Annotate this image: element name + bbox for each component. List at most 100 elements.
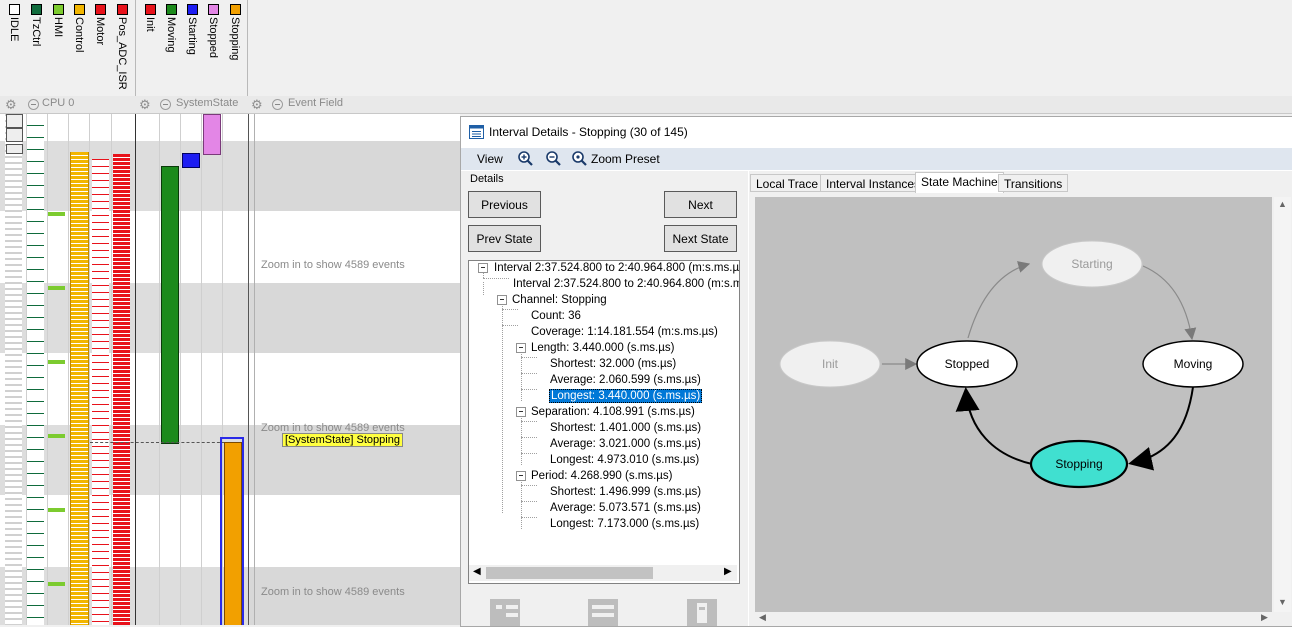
previous-button[interactable]: Previous [468, 191, 541, 218]
starting-interval[interactable] [182, 153, 200, 168]
cpu-group-label: CPU 0 [42, 97, 75, 109]
tree-node-separation[interactable]: Separation: 4.108.991 (s.ms.µs) [531, 406, 695, 418]
menu-view[interactable]: View [477, 152, 503, 166]
legend-item-motor[interactable]: Motor [90, 2, 110, 94]
gear-icon[interactable]: ⚙ [5, 97, 17, 113]
tree-node-period-average[interactable]: Average: 5.073.571 (s.ms.µs) [550, 502, 701, 514]
tree-line [521, 357, 537, 358]
collapse-icon[interactable] [160, 99, 171, 110]
legend-swatch [145, 4, 156, 15]
lane-divider [89, 114, 90, 625]
collapse-icon[interactable] [497, 295, 507, 305]
tree-node-period[interactable]: Period: 4.268.990 (s.ms.µs) [531, 470, 673, 482]
collapse-icon[interactable] [516, 471, 526, 481]
tree-node-interval-child[interactable]: Interval 2:37.524.800 to 2:40.964.800 (m… [513, 278, 739, 290]
state-machine-canvas[interactable]: Init Starting Stopped Moving Stopping [755, 197, 1272, 612]
next-button[interactable]: Next [664, 191, 737, 218]
tab-interval-instances[interactable]: Interval Instances [820, 174, 927, 192]
prev-state-button[interactable]: Prev State [468, 225, 541, 252]
lane-divider [180, 114, 181, 625]
scroll-left-icon[interactable]: ◀ [759, 612, 766, 623]
tzctrl-lane [27, 114, 44, 625]
scroll-left-icon[interactable]: ◀ [473, 566, 481, 577]
idle-lane [5, 114, 22, 625]
stopping-interval[interactable] [224, 442, 242, 625]
tree-node-separation-shortest[interactable]: Shortest: 1.401.000 (s.ms.µs) [550, 422, 701, 434]
tree-node-length-shortest[interactable]: Shortest: 32.000 (ms.µs) [550, 358, 676, 370]
tree-node-coverage[interactable]: Coverage: 1:14.181.554 (m:s.ms.µs) [531, 326, 718, 338]
zoom-preset-icon[interactable] [572, 151, 587, 166]
canvas-vertical-scrollbar[interactable]: ▲ ▼ [1274, 197, 1291, 612]
tree-node-length[interactable]: Length: 3.440.000 (s.ms.µs) [531, 342, 674, 354]
scrollbar-thumb[interactable] [486, 567, 653, 579]
legend-item-starting[interactable]: Starting [182, 2, 202, 94]
legend-item-stopping[interactable]: Stopping [225, 2, 245, 94]
gear-icon[interactable]: ⚙ [139, 97, 151, 113]
layout-icon[interactable] [685, 595, 719, 626]
moving-interval[interactable] [161, 166, 179, 444]
gear-icon[interactable]: ⚙ [251, 97, 263, 113]
idle-block [6, 114, 23, 128]
scroll-down-icon[interactable]: ▼ [1278, 597, 1287, 607]
collapse-icon[interactable] [478, 263, 488, 273]
scroll-right-icon[interactable]: ▶ [724, 566, 732, 577]
trace-view[interactable]: Zoom in to show 4589 events Zoom in to s… [0, 114, 460, 625]
tab-transitions[interactable]: Transitions [998, 174, 1069, 192]
tree-horizontal-scrollbar[interactable]: ◀ ▶ [469, 565, 737, 581]
legend-swatch [95, 4, 106, 15]
stopped-interval[interactable] [203, 114, 221, 155]
tree-node-separation-average[interactable]: Average: 3.021.000 (s.ms.µs) [550, 438, 701, 450]
lane-divider [26, 114, 27, 625]
menu-bar: View Zoom Preset [461, 148, 1292, 170]
legend-item-idle[interactable]: IDLE [4, 2, 24, 94]
menu-zoom-preset[interactable]: Zoom Preset [591, 152, 660, 166]
legend-item-moving[interactable]: Moving [161, 2, 181, 94]
legend-separator [135, 0, 136, 96]
legend-item-pos-adc-isr[interactable]: Pos_ADC_ISR [112, 2, 132, 94]
window-titlebar[interactable]: Interval Details - Stopping (30 of 145) [461, 117, 1292, 147]
legend-item-stopped[interactable]: Stopped [203, 2, 223, 94]
tab-state-machine[interactable]: State Machine [915, 172, 1004, 193]
collapse-icon[interactable] [516, 407, 526, 417]
legend-swatch [117, 4, 128, 15]
legend-item-init[interactable]: Init [140, 2, 160, 94]
legend-item-hmi[interactable]: HMI [48, 2, 68, 94]
tree-line [521, 453, 537, 454]
zoom-out-icon[interactable] [546, 151, 561, 166]
legend-item-tzctrl[interactable]: TzCtrl [26, 2, 46, 94]
scroll-right-icon[interactable]: ▶ [1261, 612, 1268, 623]
lane-divider [159, 114, 160, 625]
state-label-stopped: Stopped [945, 357, 990, 371]
tree-node-separation-longest[interactable]: Longest: 4.973.010 (s.ms.µs) [550, 454, 699, 466]
collapse-icon[interactable] [272, 99, 283, 110]
details-group-label: Details [470, 173, 504, 185]
details-tree[interactable]: Interval 2:37.524.800 to 2:40.964.800 (m… [468, 260, 740, 584]
lane-divider [68, 114, 69, 625]
interval-details-window[interactable]: Interval Details - Stopping (30 of 145) … [460, 116, 1292, 627]
tree-node-length-longest[interactable]: Longest: 3.440.000 (s.ms.µs) [549, 389, 703, 403]
tab-local-trace[interactable]: Local Trace [750, 174, 825, 192]
tree-node-length-average[interactable]: Average: 2.060.599 (s.ms.µs) [550, 374, 701, 386]
tree-line [502, 301, 503, 513]
legend-swatch [74, 4, 85, 15]
tree-line [521, 389, 537, 390]
state-label-init: Init [822, 357, 839, 371]
tree-line [483, 282, 484, 295]
layout-icon[interactable] [488, 595, 522, 626]
collapse-icon[interactable] [516, 343, 526, 353]
tree-node-channel[interactable]: Channel: Stopping [512, 294, 607, 306]
legend-item-control[interactable]: Control [69, 2, 89, 94]
tree-node-period-shortest[interactable]: Shortest: 1.496.999 (s.ms.µs) [550, 486, 701, 498]
legend-label: Control [73, 17, 85, 53]
tree-node-count[interactable]: Count: 36 [531, 310, 581, 322]
collapse-icon[interactable] [28, 99, 39, 110]
legend-swatch [208, 4, 219, 15]
zoom-in-icon[interactable] [518, 151, 533, 166]
tree-line [502, 325, 518, 326]
tree-node-period-longest[interactable]: Longest: 7.173.000 (s.ms.µs) [550, 518, 699, 530]
tree-node-interval[interactable]: Interval 2:37.524.800 to 2:40.964.800 (m… [494, 262, 739, 274]
scroll-up-icon[interactable]: ▲ [1278, 199, 1287, 209]
next-state-button[interactable]: Next State [664, 225, 737, 252]
canvas-horizontal-scrollbar[interactable]: ◀ ▶ [749, 612, 1292, 626]
layout-icon[interactable] [586, 595, 620, 626]
